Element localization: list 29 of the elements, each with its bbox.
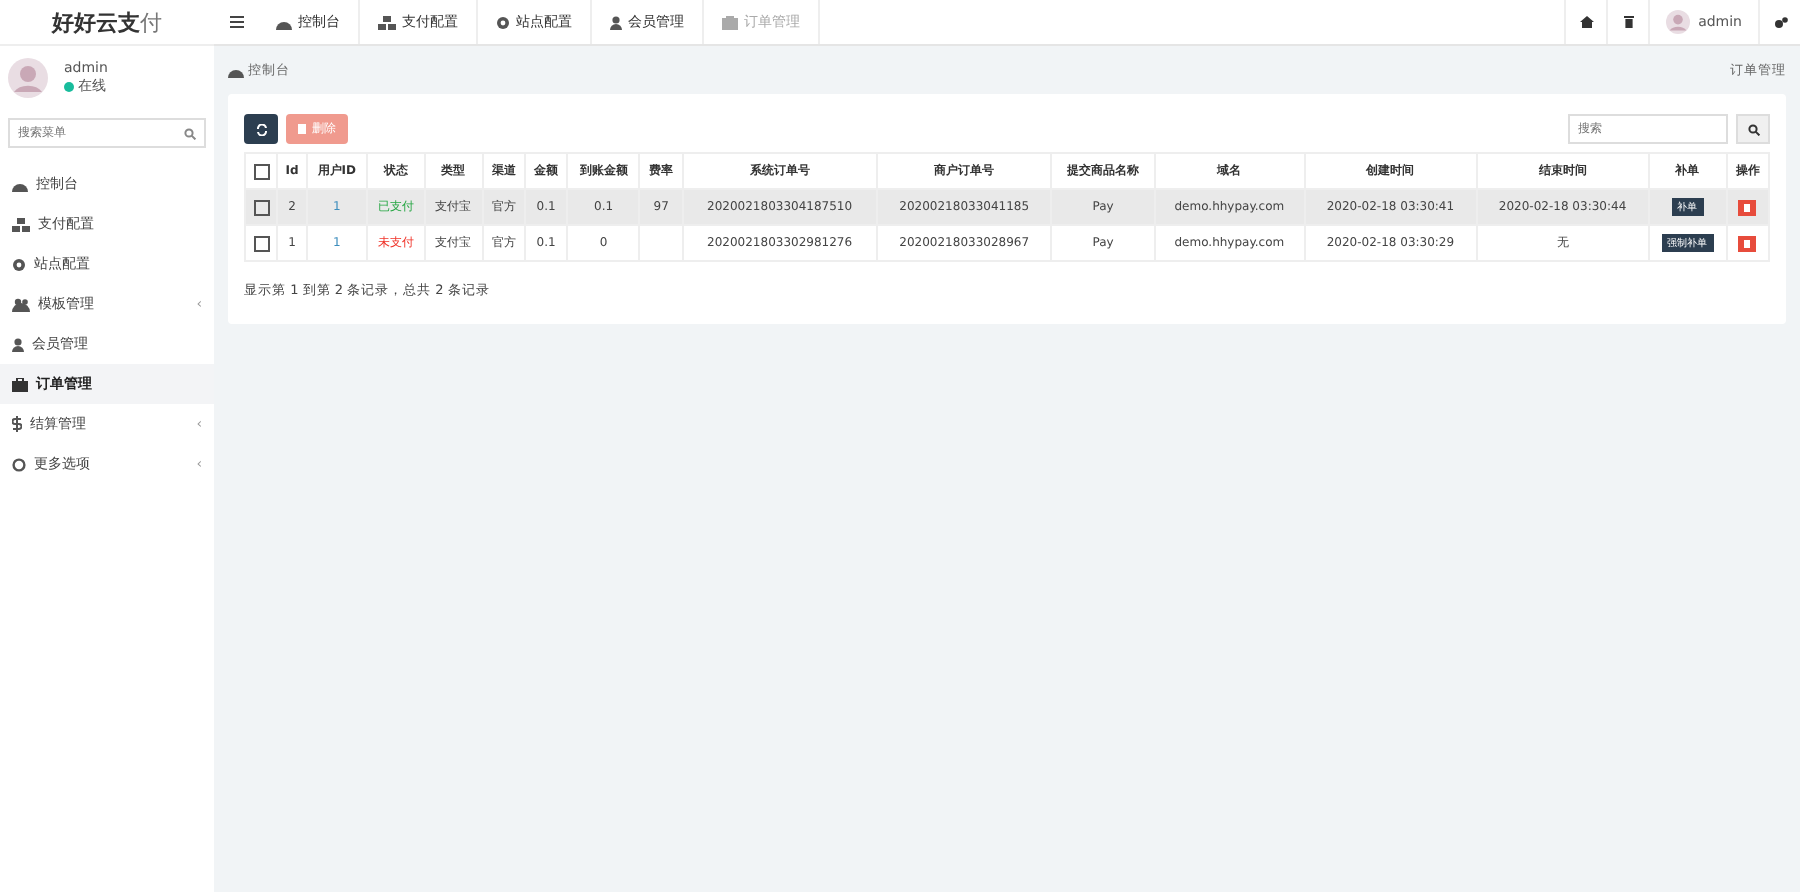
trash-icon — [1744, 239, 1751, 247]
refresh-button[interactable] — [244, 114, 278, 144]
trash-icon — [1744, 203, 1751, 211]
search-icon — [1747, 123, 1759, 135]
briefcase-icon — [722, 15, 738, 29]
settings-icon[interactable] — [1773, 15, 1787, 29]
trash-icon[interactable] — [1623, 16, 1634, 28]
trash-icon — [298, 124, 306, 134]
checkbox[interactable] — [253, 235, 270, 251]
delete-row-button[interactable] — [1738, 199, 1757, 215]
user-icon — [610, 15, 622, 29]
dollar-icon — [12, 416, 22, 432]
circle-icon — [12, 457, 26, 471]
refresh-icon — [255, 123, 267, 135]
search-icon — [184, 128, 196, 140]
search-button[interactable] — [1736, 114, 1770, 144]
avatar-icon — [1666, 10, 1691, 34]
checkbox[interactable] — [253, 163, 270, 179]
briefcase-icon — [12, 377, 28, 391]
cubes-icon — [12, 217, 30, 231]
status-dot — [64, 81, 74, 91]
delete-row-button[interactable] — [1738, 235, 1757, 251]
user-icon — [12, 337, 24, 351]
users-icon — [12, 297, 30, 311]
checkbox[interactable] — [253, 199, 270, 215]
menu-icon[interactable] — [229, 16, 243, 28]
cubes-icon — [378, 15, 396, 29]
avatar-icon — [8, 58, 48, 98]
home-icon[interactable] — [1579, 16, 1594, 28]
